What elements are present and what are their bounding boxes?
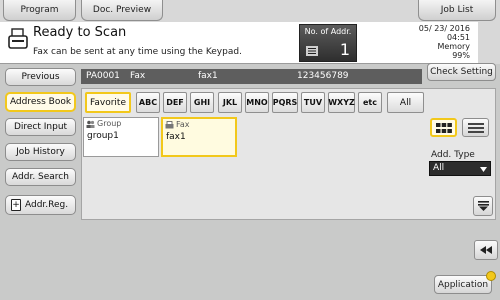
datetime-memory: 05/ 23/ 2016 04:51 Memory 99% [419,24,470,60]
address-type-select[interactable]: All [429,161,491,176]
index-tabs: Favorite ABC DEF GHI JKL MNO PQRS TUV WX… [81,90,496,115]
entry-type-label: Group [97,119,122,128]
address-count-button[interactable]: No. of Addr. 1 [299,24,357,62]
register-icon: + [11,199,21,211]
list-view-icon [467,122,484,133]
tab-etc[interactable]: etc [358,92,382,113]
status-message: Fax can be sent at any time using the Ke… [33,47,242,57]
addr-search-button[interactable]: Addr. Search [5,168,76,186]
list-item[interactable]: Group group1 [83,117,159,157]
tab-abc[interactable]: ABC [136,92,160,113]
memory-value: 99% [452,51,470,60]
list-item[interactable]: Fax fax1 [161,117,237,157]
tab-job-list[interactable]: Job List [418,0,496,21]
memory-label: Memory [437,42,470,51]
top-tab-bar: Program Doc. Preview Job List [0,0,500,22]
tab-all[interactable]: All [387,92,424,113]
tab-tuv[interactable]: TUV [301,92,325,113]
time: 04:51 [446,33,470,42]
entry-name: fax1 [166,132,186,142]
address-type-value: All [433,163,445,173]
scroll-down-button[interactable] [473,196,493,216]
tab-ghi[interactable]: GHI [190,92,214,113]
entry-type: Fax [165,120,190,129]
destination-type: Fax [130,71,146,81]
entry-type: Group [86,119,121,128]
application-button[interactable]: Application [434,275,492,294]
header-edge [478,22,500,64]
job-history-button[interactable]: Job History [5,143,76,161]
fax-icon [8,28,28,49]
tab-program[interactable]: Program [3,0,76,21]
status-title: Ready to Scan [33,25,127,40]
entry-type-label: Fax [176,120,190,129]
address-type-label: Add. Type [431,150,475,160]
destination-bar: PA0001 Fax fax1 123456789 [81,69,422,84]
previous-button[interactable]: Previous [5,68,76,86]
destination-id: PA0001 [86,71,120,81]
grid-icon [435,122,452,133]
group-icon [86,120,95,128]
entry-name: group1 [87,131,119,141]
double-arrow-left-icon [480,246,492,254]
direct-input-button[interactable]: Direct Input [5,118,76,136]
application-indicator [486,271,496,281]
address-count-value: 1 [339,40,350,59]
address-book-button[interactable]: Address Book [5,92,76,112]
fax-small-icon [165,120,174,128]
addr-reg-button[interactable]: + Addr.Reg. [5,195,76,215]
tab-wxyz[interactable]: WXYZ [328,92,355,113]
tab-pqrs[interactable]: PQRS [272,92,298,113]
chevron-down-icon [480,167,487,172]
scroll-down-icon [477,201,489,211]
status-header: Ready to Scan Fax can be sent at any tim… [0,22,500,64]
tab-jkl[interactable]: JKL [218,92,242,113]
destination-number: 123456789 [297,71,349,81]
list-view-button[interactable] [462,118,489,137]
addr-reg-label: Addr.Reg. [25,200,69,210]
destination-name: fax1 [198,71,218,81]
list-icon [306,46,318,56]
date: 05/ 23/ 2016 [418,24,470,33]
tab-def[interactable]: DEF [163,92,187,113]
collapse-button[interactable] [474,240,498,260]
check-setting-button[interactable]: Check Setting [427,63,496,81]
tab-doc-preview[interactable]: Doc. Preview [81,0,163,21]
tab-mno[interactable]: MNO [245,92,269,113]
tab-favorite[interactable]: Favorite [85,92,131,113]
address-count-label: No. of Addr. [304,27,352,36]
grid-view-button[interactable] [430,118,457,137]
